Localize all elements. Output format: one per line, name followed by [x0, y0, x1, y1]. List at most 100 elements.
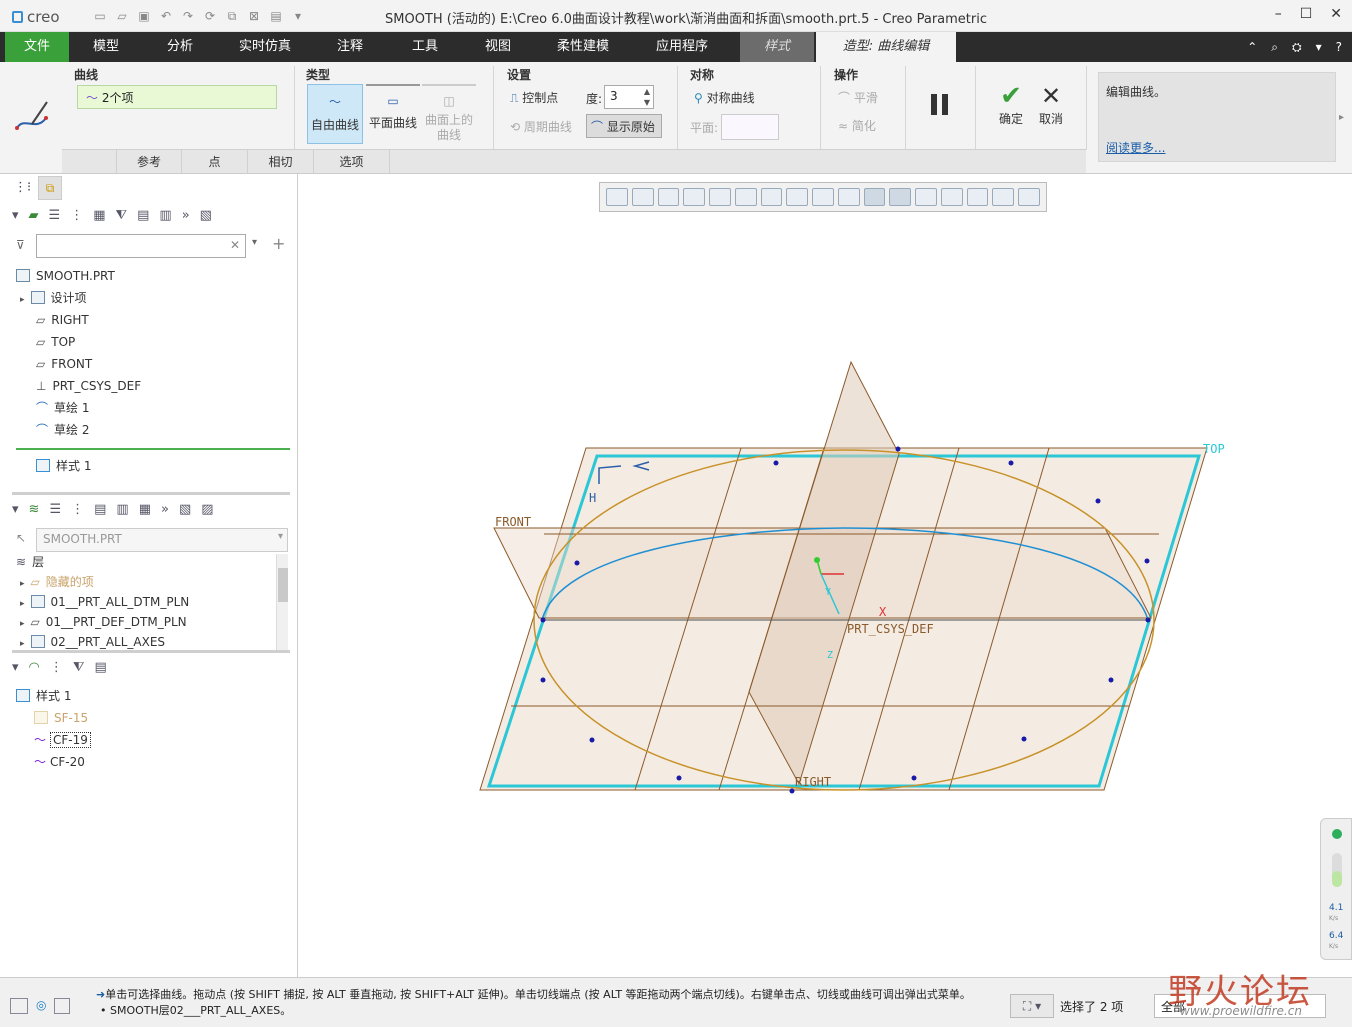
tree-item-design[interactable]: ▸ 设计项: [20, 287, 87, 309]
expand-icon[interactable]: ▸: [20, 599, 25, 609]
tab-style[interactable]: 样式: [740, 32, 814, 62]
style-item-cf19[interactable]: 〜 CF-19: [34, 729, 91, 751]
layer-props-icon[interactable]: ▧: [179, 502, 191, 524]
redo-icon[interactable]: ↷: [180, 9, 196, 23]
layer-filter-icon[interactable]: ⋮: [71, 502, 84, 524]
tree-item-front[interactable]: ▱ FRONT: [36, 353, 92, 375]
tree-report-icon[interactable]: ▧: [200, 208, 212, 230]
expand-icon[interactable]: ▸: [20, 619, 25, 629]
tree-item-right[interactable]: ▱ RIGHT: [36, 309, 89, 331]
expand-icon[interactable]: ▸: [20, 639, 25, 649]
more-icon[interactable]: »: [161, 502, 169, 524]
tree-item-csys[interactable]: ⊥ PRT_CSYS_DEF: [36, 375, 141, 397]
tree-settings-icon[interactable]: ⧨: [115, 208, 127, 230]
insert-marker[interactable]: [16, 448, 290, 450]
tree-item-sketch2[interactable]: ⌒ 草绘 2: [36, 419, 89, 441]
plane-collector[interactable]: [721, 114, 779, 140]
cancel-button[interactable]: ✕ 取消: [1034, 82, 1068, 127]
close-icon[interactable]: ✕: [1330, 6, 1342, 22]
layer-list-icon[interactable]: ☰: [49, 502, 61, 524]
simplify-button[interactable]: ≈ 简化: [838, 117, 876, 134]
menu-apps[interactable]: 应用程序: [644, 32, 720, 62]
model-tree-tab-icon[interactable]: ⋮⁝: [14, 180, 31, 195]
style-tree-icon[interactable]: ◠: [29, 660, 40, 682]
close-window-icon[interactable]: ⊠: [246, 9, 262, 23]
menu-simulation[interactable]: 实时仿真: [228, 32, 302, 62]
search-dropdown-icon[interactable]: ▾: [252, 237, 257, 248]
layer-isolate-icon[interactable]: ▦: [139, 502, 151, 524]
save-icon[interactable]: ▣: [136, 9, 152, 23]
style-settings-icon[interactable]: ⧨: [73, 660, 85, 682]
style-item-cf20[interactable]: 〜 CF-20: [34, 751, 85, 773]
expand-icon[interactable]: ▸: [20, 295, 25, 305]
layer-item-2[interactable]: ▸ ▱ 01__PRT_DEF_DTM_PLN: [20, 611, 187, 633]
more-icon[interactable]: »: [182, 208, 190, 230]
ok-button[interactable]: ✔ 确定: [994, 82, 1028, 127]
tree-item-sketch1[interactable]: ⌒ 草绘 1: [36, 397, 89, 419]
ribbon-expand-icon[interactable]: ▸: [1339, 112, 1344, 123]
help-read-more-link[interactable]: 阅读更多...: [1106, 139, 1165, 156]
layer-root[interactable]: ≋ 层: [16, 551, 44, 573]
subtab-points[interactable]: 点: [182, 150, 248, 174]
browser-toggle-icon[interactable]: ◎: [36, 998, 46, 1014]
tree-menu-icon[interactable]: ▾: [12, 208, 19, 230]
layer-scrollbar[interactable]: [276, 554, 288, 650]
menu-tools[interactable]: 工具: [395, 32, 455, 62]
maximize-icon[interactable]: ☐: [1300, 6, 1313, 22]
find-button[interactable]: ⛶ ▾: [1010, 994, 1054, 1018]
add-icon[interactable]: +: [272, 234, 285, 253]
tree-list-icon[interactable]: ☰: [49, 208, 61, 230]
folder-browser-tab-icon[interactable]: ⧉: [38, 176, 62, 200]
menu-model[interactable]: 模型: [76, 32, 136, 62]
part-icon[interactable]: ▰: [29, 208, 39, 230]
qat-menu-icon[interactable]: ▾: [290, 9, 306, 23]
pause-button[interactable]: [929, 94, 953, 116]
layers-icon[interactable]: ≋: [29, 502, 40, 524]
clear-icon[interactable]: ✕: [230, 238, 240, 252]
periodic-curve-toggle[interactable]: ⟲ 周期曲线: [510, 118, 572, 135]
windows-icon[interactable]: ⧉: [224, 9, 240, 23]
layer-report-icon[interactable]: ▨: [201, 502, 213, 524]
layer-item-1[interactable]: ▸ 01__PRT_ALL_DTM_PLN: [20, 591, 189, 613]
planar-curve-button[interactable]: ▭ 平面曲线: [366, 84, 420, 144]
control-points-toggle[interactable]: ⎍ 控制点: [510, 89, 558, 106]
combo-dropdown-icon[interactable]: ▾: [278, 531, 283, 542]
subtab-options[interactable]: 选项: [314, 150, 390, 174]
layer-model-combo[interactable]: SMOOTH.PRT ▾: [36, 528, 288, 552]
fullscreen-icon[interactable]: [54, 998, 71, 1014]
new-icon[interactable]: ▭: [92, 9, 108, 23]
layer-menu-icon[interactable]: ▾: [12, 502, 19, 524]
undo-icon[interactable]: ↶: [158, 9, 174, 23]
menu-analysis[interactable]: 分析: [150, 32, 210, 62]
regenerate-icon[interactable]: ⟳: [202, 9, 218, 23]
collapse-ribbon-icon[interactable]: ⌃: [1247, 40, 1257, 55]
subtab-references[interactable]: 参考: [116, 150, 182, 174]
tree-columns-icon[interactable]: ▦: [93, 208, 105, 230]
tree-root[interactable]: SMOOTH.PRT: [16, 265, 115, 287]
tree-show-icon[interactable]: ▤: [137, 208, 149, 230]
pane-splitter[interactable]: [12, 492, 290, 495]
style-icon[interactable]: ▤: [268, 9, 284, 23]
degree-stepper[interactable]: 3 ▲ ▼: [604, 85, 654, 109]
smooth-button[interactable]: ⌒ 平滑: [838, 89, 878, 106]
menu-view[interactable]: 视图: [468, 32, 528, 62]
tree-search-input[interactable]: ✕: [36, 234, 246, 258]
free-curve-button[interactable]: 〜 自由曲线: [307, 84, 363, 144]
show-original-toggle[interactable]: ⌒ 显示原始: [586, 114, 662, 138]
tree-item-style1[interactable]: 样式 1: [36, 455, 91, 477]
minimize-icon[interactable]: –: [1275, 6, 1282, 22]
expand-icon[interactable]: ▸: [20, 579, 25, 589]
curve-collector[interactable]: 〜 2个项: [77, 85, 277, 109]
dropdown-icon[interactable]: ▾: [1316, 40, 1322, 55]
model-viewport[interactable]: TOP FRONT RIGHT PRT_CSYS_DEF X Y Z H: [299, 174, 1352, 977]
style-item-sf15[interactable]: SF-15: [34, 707, 88, 729]
symmetric-curve-toggle[interactable]: ⚲ 对称曲线: [694, 89, 755, 106]
layer-show-icon[interactable]: ▤: [94, 502, 106, 524]
tree-filter-icon[interactable]: ⋮: [70, 208, 83, 230]
graduation-icon[interactable]: ⛭: [1292, 40, 1302, 55]
stepper-arrows-icon[interactable]: ▲ ▼: [644, 86, 650, 108]
open-icon[interactable]: ▱: [114, 9, 130, 23]
cos-curve-button[interactable]: ◫ 曲面上的 曲线: [422, 84, 476, 144]
layer-hide-icon[interactable]: ▥: [116, 502, 128, 524]
style-show-icon[interactable]: ▤: [94, 660, 106, 682]
